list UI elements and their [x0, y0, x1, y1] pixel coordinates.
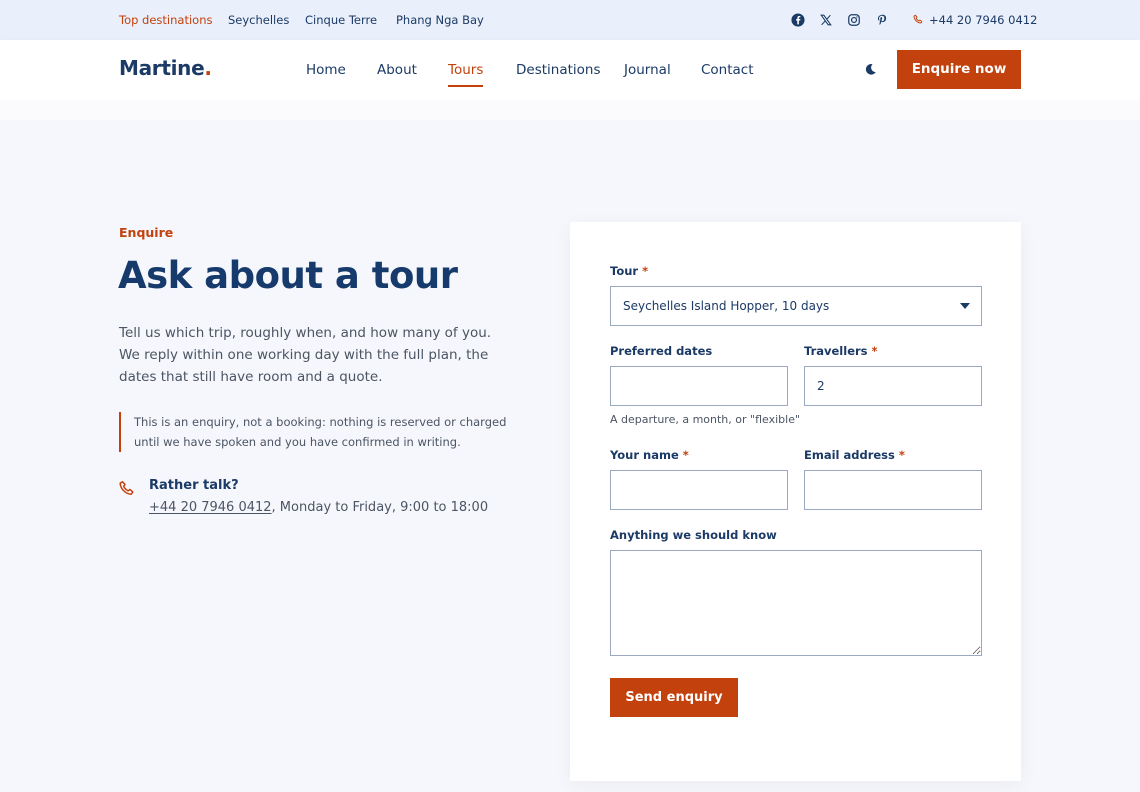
name-input[interactable]: [610, 470, 788, 510]
travellers-input[interactable]: [804, 366, 982, 406]
top-bar: Top destinations Seychelles Cinque Terre…: [0, 0, 1140, 40]
notes-textarea[interactable]: [610, 550, 982, 656]
tour-select-value: Seychelles Island Hopper, 10 days: [623, 299, 830, 313]
booking-note: This is an enquiry, not a booking: nothi…: [119, 412, 509, 452]
eyebrow: Enquire: [119, 225, 174, 240]
email-input[interactable]: [804, 470, 982, 510]
tour-label: Tour *: [610, 264, 649, 278]
instagram-icon[interactable]: [847, 13, 861, 27]
chevron-down-icon: [960, 303, 970, 309]
talk-title: Rather talk?: [149, 478, 239, 493]
top-phone-number: +44 20 7946 0412: [929, 13, 1038, 27]
talk-line: +44 20 7946 0412, Monday to Friday, 9:00…: [149, 500, 488, 515]
intro-text: Tell us which trip, roughly when, and ho…: [119, 325, 492, 385]
email-label: Email address *: [804, 448, 905, 462]
facebook-icon[interactable]: [791, 13, 805, 27]
top-phone[interactable]: +44 20 7946 0412: [913, 0, 1037, 40]
name-label: Your name *: [610, 448, 689, 462]
logo-dot: .: [204, 56, 212, 80]
top-link-phang-nga-bay[interactable]: Phang Nga Bay: [396, 0, 484, 40]
top-link-seychelles[interactable]: Seychelles: [228, 0, 289, 40]
travellers-label: Travellers *: [804, 344, 878, 358]
top-link-top-destinations[interactable]: Top destinations: [119, 0, 213, 40]
nav-journal[interactable]: Journal: [624, 40, 671, 100]
nav-contact[interactable]: Contact: [701, 40, 754, 100]
logo-text: Martine: [119, 56, 205, 80]
tour-select[interactable]: Seychelles Island Hopper, 10 days: [610, 286, 982, 326]
nav-tours[interactable]: Tours: [448, 40, 484, 100]
talk-hours: , Monday to Friday, 9:00 to 18:00: [271, 500, 489, 515]
dates-hint: A departure, a month, or "flexible": [610, 413, 801, 426]
enquiry-form: Tour * Seychelles Island Hopper, 10 days…: [570, 222, 1021, 781]
phone-icon: [913, 14, 923, 24]
enquire-now-button[interactable]: Enquire now: [897, 50, 1021, 89]
nav-destinations[interactable]: Destinations: [516, 40, 601, 100]
dates-input[interactable]: [610, 366, 788, 406]
top-link-cinque-terre[interactable]: Cinque Terre: [305, 0, 377, 40]
phone-icon: [119, 480, 136, 497]
main-header: Martine. Home About Tours Destinations J…: [0, 40, 1140, 100]
dates-label: Preferred dates: [610, 344, 713, 358]
talk-phone-link[interactable]: +44 20 7946 0412: [149, 500, 272, 515]
logo[interactable]: Martine.: [119, 56, 212, 80]
nav-about[interactable]: About: [377, 40, 417, 100]
nav-home[interactable]: Home: [306, 40, 346, 100]
header-band: [0, 100, 1140, 120]
notes-label: Anything we should know: [610, 528, 777, 542]
x-icon[interactable]: [819, 13, 833, 27]
page-title: Ask about a tour: [118, 254, 458, 297]
send-enquiry-button[interactable]: Send enquiry: [610, 678, 738, 717]
pinterest-icon[interactable]: [875, 13, 889, 27]
moon-icon[interactable]: [864, 63, 877, 76]
